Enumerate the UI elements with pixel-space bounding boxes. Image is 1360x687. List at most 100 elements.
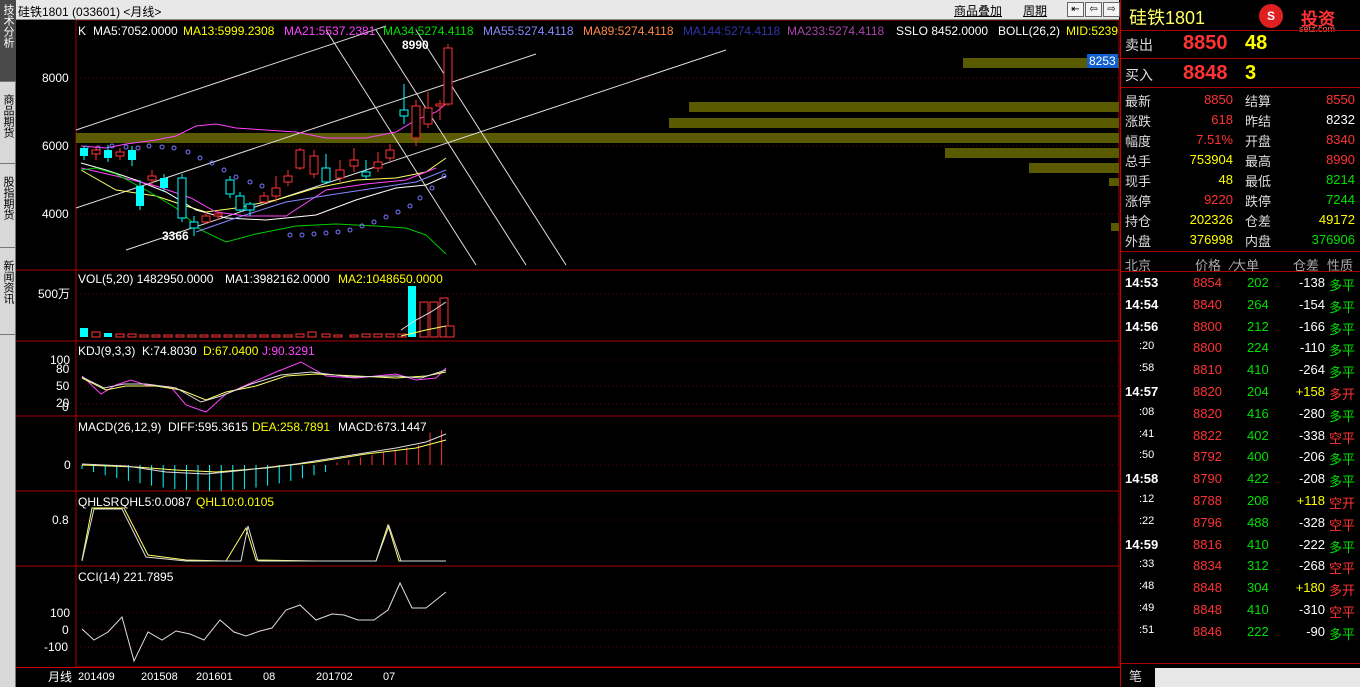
ma89-label: MA89:5274.4118: [583, 24, 674, 38]
tick-time: :48: [1139, 580, 1155, 593]
tick-price: 8800: [1193, 340, 1222, 356]
chart-area[interactable]: K MA5:7052.0000 MA13:5999.2308 MA21:5537…: [16, 20, 1120, 667]
prev-icon[interactable]: ⇤: [1067, 2, 1084, 17]
macd-value-label: MACD:673.1447: [338, 420, 427, 434]
tick-row[interactable]: :41 8822 402 -338 空平: [1121, 425, 1359, 447]
tick-row[interactable]: 14:53 8854 202 -138 多平: [1121, 272, 1359, 294]
back-icon[interactable]: ⇦: [1085, 2, 1102, 17]
tick-time: 14:58: [1125, 471, 1159, 487]
ime-toolbar[interactable]: [1155, 668, 1360, 687]
tick-row[interactable]: 14:57 8820 204 +158 多开: [1121, 381, 1359, 403]
overlay-button[interactable]: 商品叠加: [954, 2, 1002, 18]
tick-oi-change: -90: [1306, 623, 1325, 639]
tick-oi-change: -310: [1298, 602, 1325, 617]
tick-oi-change: -222: [1298, 536, 1325, 552]
tab-commodity-futures[interactable]: 商品期货: [0, 84, 16, 164]
tick-row[interactable]: 14:59 8816 410 -222 多平: [1121, 534, 1359, 556]
candle: [128, 150, 136, 160]
kdj-d-label: D:67.0400: [203, 344, 259, 358]
buy-price: 8848: [1183, 62, 1228, 84]
candle: [104, 150, 112, 158]
volume-bar: [321, 333, 331, 338]
volume-bar: [151, 334, 161, 338]
tick-volume: 416: [1247, 405, 1269, 421]
tick-row[interactable]: :48 8848 304 +180 多开: [1121, 577, 1359, 599]
stat-label: 开盘: [1245, 134, 1272, 149]
tick-volume: 400: [1247, 449, 1269, 465]
profile-bar: [76, 133, 1119, 143]
period-label: 月线: [48, 670, 73, 684]
tick-volume: 410: [1247, 536, 1269, 552]
volume-bar: [115, 333, 125, 338]
tick-time: :50: [1139, 449, 1155, 462]
tick-row[interactable]: 14:54 8840 264 -154 多平: [1121, 294, 1359, 316]
tick-row[interactable]: :33 8834 312 -268 空平: [1121, 555, 1359, 577]
tick-oi-change: -138: [1298, 275, 1325, 290]
macd-title: MACD(26,12,9): [78, 420, 162, 434]
tick-row[interactable]: :22 8796 488 -328 空平: [1121, 512, 1359, 534]
tab-technical-analysis[interactable]: 技术分析: [0, 0, 16, 82]
tick-type: 多平: [1329, 626, 1356, 642]
volume-bar: [385, 333, 395, 338]
tick-row[interactable]: 14:56 8800 212 -166 多平: [1121, 316, 1359, 338]
stats-row: 外盘 376998 内盘 376906: [1121, 230, 1360, 250]
candle: [80, 148, 88, 156]
candle: [189, 221, 199, 229]
tick-price: 8816: [1193, 536, 1222, 552]
tick-price: 8790: [1193, 471, 1222, 487]
tick-time: :12: [1139, 493, 1155, 505]
stats-row: 最新 8850 结算 8550: [1121, 90, 1360, 110]
volume-bar: [223, 334, 233, 338]
candle: [283, 175, 293, 183]
stat-label: 昨结: [1245, 114, 1272, 129]
stat-label: 结算: [1245, 94, 1272, 109]
tick-oi-change: -268: [1298, 558, 1325, 574]
forward-icon[interactable]: ⇨: [1103, 2, 1120, 17]
tick-row[interactable]: :51 8846 222 -90 多平: [1121, 621, 1359, 643]
tick-row[interactable]: :12 8788 208 +118 空开: [1121, 490, 1359, 512]
tick-type: 多平: [1329, 365, 1356, 381]
tick-type: 多平: [1329, 278, 1356, 293]
tick-price: 8800: [1193, 318, 1222, 334]
stat-value: 8214: [1326, 172, 1355, 187]
volume-bar: [91, 331, 101, 338]
volume-bar: [104, 333, 112, 337]
tab-news[interactable]: 新闻资讯: [0, 250, 16, 335]
stat-value: 8850: [1204, 92, 1233, 107]
candle: [91, 149, 101, 155]
period-button[interactable]: 周期: [1023, 2, 1047, 18]
qhl5-label: QHL5:0.0087: [120, 495, 192, 509]
stat-value: 376998: [1189, 232, 1233, 247]
tick-row[interactable]: :49 8848 410 -310 空平: [1121, 599, 1359, 621]
stat-value: 376906: [1311, 232, 1355, 247]
stat-value: 202326: [1189, 212, 1233, 227]
kdj-title: KDJ(9,3,3): [78, 344, 136, 358]
tick-row[interactable]: :20 8800 224 -110 多平: [1121, 337, 1359, 359]
tick-type: 空平: [1329, 430, 1356, 446]
tick-row[interactable]: :58 8810 410 -264 多平: [1121, 359, 1359, 381]
stat-label: 跌停: [1245, 194, 1272, 209]
stat-value: 48: [1218, 172, 1233, 187]
ma144-label: MA144:5274.4118: [683, 24, 781, 38]
mid-label: MID:5239: [1066, 24, 1119, 38]
cci-line: [81, 581, 447, 663]
vol-ma2-label: MA2:1048650.0000: [338, 272, 443, 286]
tick-type: 多平: [1329, 343, 1356, 359]
cci-y-label: 0: [62, 623, 69, 637]
tick-row[interactable]: :08 8820 416 -280 多平: [1121, 403, 1359, 425]
k-label: K: [78, 24, 87, 38]
stats-row: 总手 753904 最高 8990: [1121, 150, 1360, 170]
tick-volume: 410: [1247, 602, 1269, 617]
candle: [399, 109, 409, 117]
stat-value: 8990: [1326, 152, 1355, 167]
tick-row[interactable]: :50 8792 400 -206 多平: [1121, 446, 1359, 468]
tick-row[interactable]: 14:58 8790 422 -208 多平: [1121, 468, 1359, 490]
candle: [201, 215, 211, 223]
tab-index-futures[interactable]: 股指期货: [0, 166, 16, 248]
stat-label: 仓差: [1245, 214, 1272, 229]
candle: [385, 149, 395, 159]
ma55-label: MA55:5274.4118: [483, 24, 574, 38]
x-tick-label: 08: [263, 671, 276, 683]
tick-volume: 204: [1247, 384, 1269, 399]
stat-value: 7244: [1326, 192, 1355, 207]
